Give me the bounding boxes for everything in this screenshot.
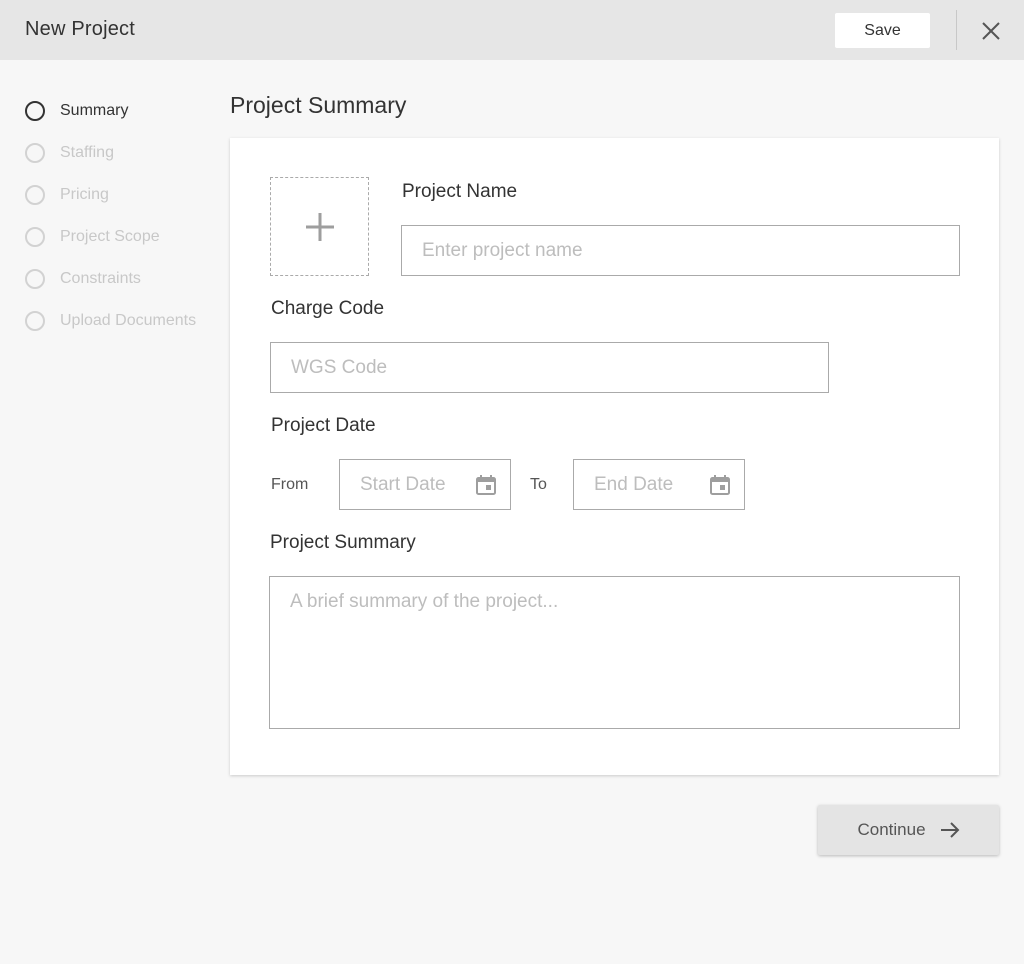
header-bar: New Project Save xyxy=(0,0,1024,60)
project-form-card: Project Name Charge Code Project Date Fr… xyxy=(230,138,999,775)
charge-code-label: Charge Code xyxy=(271,298,385,319)
calendar-icon[interactable] xyxy=(475,474,497,496)
step-pricing[interactable]: Pricing xyxy=(25,174,215,216)
section-title: Project Summary xyxy=(230,92,407,118)
step-indicator-icon xyxy=(25,185,45,205)
to-label: To xyxy=(530,476,547,493)
step-indicator-icon xyxy=(25,311,45,331)
project-name-input[interactable] xyxy=(401,225,960,276)
calendar-icon[interactable] xyxy=(709,474,731,496)
project-date-label: Project Date xyxy=(271,415,376,436)
image-upload-button[interactable] xyxy=(270,177,369,276)
step-constraints[interactable]: Constraints xyxy=(25,258,215,300)
from-label: From xyxy=(271,476,309,493)
step-project-scope[interactable]: Project Scope xyxy=(25,216,215,258)
step-indicator-icon xyxy=(25,101,45,121)
project-summary-label: Project Summary xyxy=(270,532,416,553)
start-date-input[interactable] xyxy=(340,460,470,509)
step-summary[interactable]: Summary xyxy=(25,90,215,132)
page-title: New Project xyxy=(25,18,136,40)
continue-button[interactable]: Continue xyxy=(818,805,999,855)
step-label: Pricing xyxy=(60,186,109,203)
step-label: Project Scope xyxy=(60,228,160,245)
end-date-field[interactable] xyxy=(573,459,745,510)
charge-code-input[interactable] xyxy=(270,342,829,393)
save-button[interactable]: Save xyxy=(835,13,930,48)
step-indicator-icon xyxy=(25,143,45,163)
plus-icon xyxy=(306,213,334,241)
close-icon[interactable] xyxy=(978,18,1004,44)
step-label: Upload Documents xyxy=(60,312,197,329)
step-navigation: Summary Staffing Pricing Project Scope C… xyxy=(25,90,215,342)
step-upload-documents[interactable]: Upload Documents xyxy=(25,300,215,342)
header-divider xyxy=(956,10,957,50)
start-date-field[interactable] xyxy=(339,459,511,510)
project-summary-textarea[interactable] xyxy=(269,576,960,729)
step-label: Constraints xyxy=(60,270,141,287)
continue-label: Continue xyxy=(857,820,926,839)
step-indicator-icon xyxy=(25,269,45,289)
arrow-right-icon xyxy=(940,822,959,838)
step-indicator-icon xyxy=(25,227,45,247)
step-label: Summary xyxy=(60,102,129,119)
step-staffing[interactable]: Staffing xyxy=(25,132,215,174)
end-date-input[interactable] xyxy=(574,460,704,509)
project-name-label: Project Name xyxy=(402,181,518,202)
step-label: Staffing xyxy=(60,144,114,161)
